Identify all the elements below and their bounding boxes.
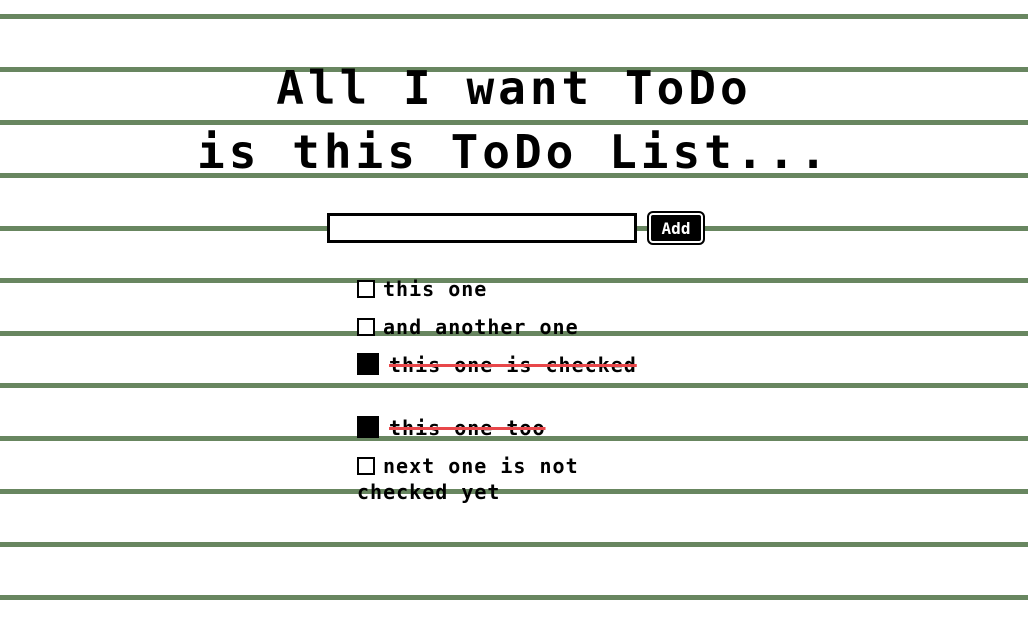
- todo-app: All I want ToDo is this ToDo List... Add…: [0, 0, 1028, 635]
- add-todo-form: Add: [327, 213, 707, 245]
- todo-item: this one is checked: [357, 352, 667, 378]
- todo-item: this one: [357, 276, 667, 302]
- todo-item: next one is not checked yet: [357, 453, 667, 505]
- todo-checkbox[interactable]: [357, 318, 375, 336]
- todo-item: this one too: [357, 415, 667, 441]
- todo-text: this one is checked: [389, 353, 637, 377]
- todo-text: next one is not checked yet: [357, 454, 579, 504]
- todo-text: this one: [383, 277, 488, 301]
- todo-checkbox[interactable]: [357, 457, 375, 475]
- new-todo-input[interactable]: [327, 213, 637, 243]
- todo-text: and another one: [383, 315, 579, 339]
- todo-text: this one too: [389, 416, 546, 440]
- todo-checkbox[interactable]: [357, 353, 379, 375]
- todo-item: and another one: [357, 314, 667, 340]
- add-button[interactable]: Add: [649, 213, 703, 243]
- todo-checkbox[interactable]: [357, 280, 375, 298]
- todo-checkbox[interactable]: [357, 416, 379, 438]
- page-title-line-2: is this ToDo List...: [197, 125, 831, 179]
- page-title-line-1: All I want ToDo: [276, 61, 752, 115]
